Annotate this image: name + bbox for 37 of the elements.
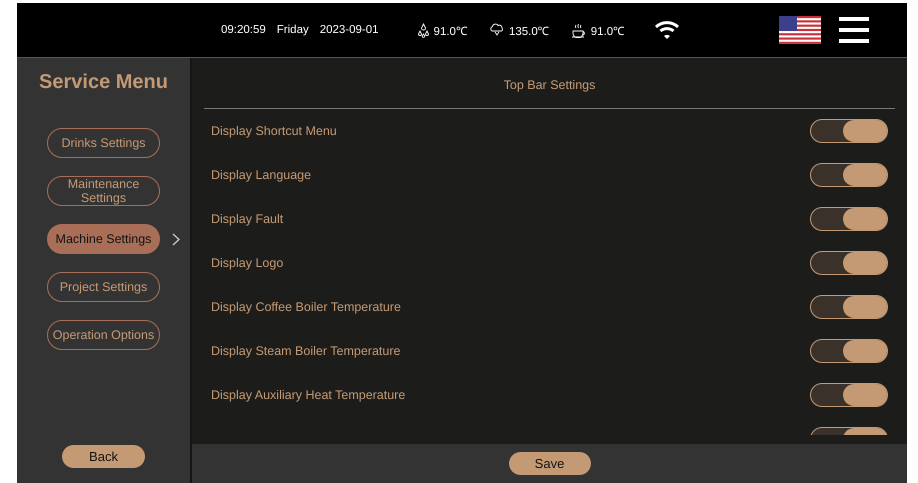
day-text: Friday <box>276 24 309 36</box>
toggle-switch[interactable] <box>810 427 888 435</box>
date-text: 2023-09-01 <box>320 24 379 36</box>
toggle-switch[interactable] <box>810 119 888 143</box>
toggle-switch[interactable] <box>810 383 888 407</box>
cup-icon <box>570 22 587 38</box>
temperature-text: 135.0℃ <box>508 24 549 38</box>
time-text: 09:20:59 <box>221 24 266 36</box>
toggle-switch[interactable] <box>810 251 888 275</box>
menu-item[interactable]: Project Settings <box>47 272 160 302</box>
cloud-icon <box>488 23 505 37</box>
menu-item[interactable]: Drinks Settings <box>47 128 160 158</box>
water-drops-icon <box>416 22 430 38</box>
sidebar-title: Service Menu <box>39 71 168 94</box>
toggle-switch[interactable] <box>810 163 888 187</box>
toggle-switch[interactable] <box>810 295 888 319</box>
toggle-switch[interactable] <box>810 207 888 231</box>
save-button[interactable]: Save <box>508 452 590 475</box>
setting-label: Display Steam Boiler Temperature <box>211 344 400 358</box>
menu-item[interactable]: Operation Options <box>47 320 160 350</box>
setting-label: Display Fault <box>211 212 284 226</box>
wifi-icon <box>654 20 680 40</box>
temperature-text: 91.0℃ <box>590 24 624 38</box>
setting-label: Display Logo <box>211 256 284 270</box>
chevron-right-icon <box>172 232 180 246</box>
temperature-text: 91.0℃ <box>434 24 467 38</box>
panel-title: Top Bar Settings <box>204 58 895 109</box>
setting-label: Display Language <box>211 168 312 182</box>
menu-icon[interactable] <box>839 17 869 43</box>
setting-label: Display Auxiliary Heat Temperature <box>211 388 406 402</box>
back-button[interactable]: Back <box>62 445 145 468</box>
setting-label: Display Shortcut Menu <box>211 124 337 138</box>
setting-label: Display Coffee Boiler Temperature <box>211 300 401 314</box>
flag-icon[interactable] <box>779 16 821 44</box>
menu-item[interactable]: Machine Settings <box>47 224 160 254</box>
toggle-switch[interactable] <box>810 339 888 363</box>
menu-item[interactable]: Maintenance Settings <box>47 176 160 206</box>
